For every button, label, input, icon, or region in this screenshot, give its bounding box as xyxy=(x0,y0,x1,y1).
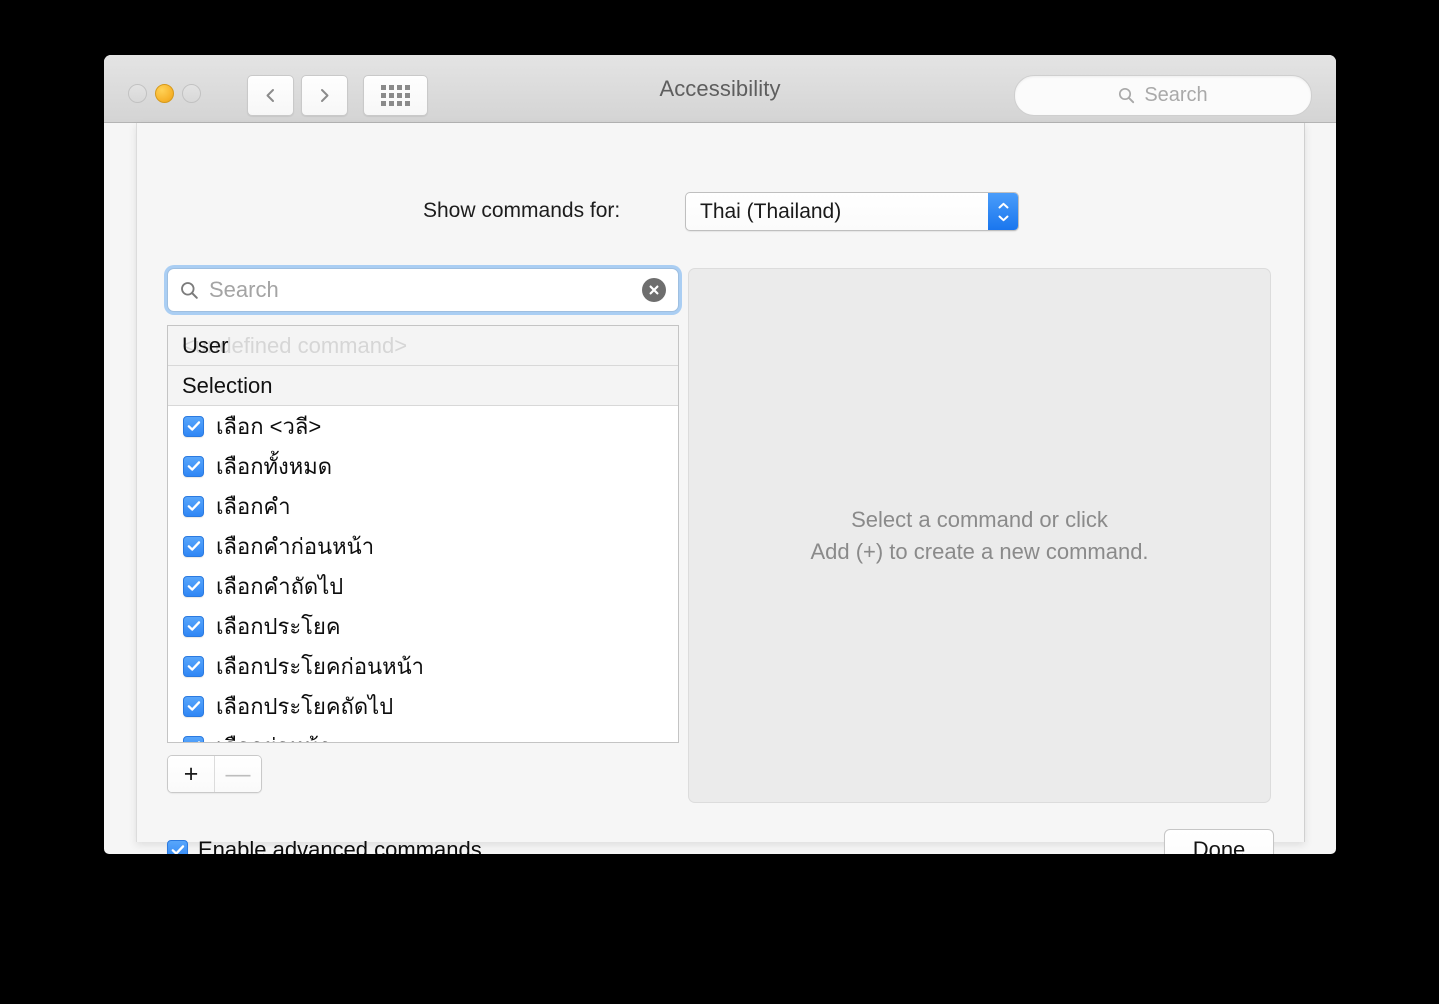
commands-list[interactable]: <undefined command> User Selection เลือก… xyxy=(167,325,679,743)
list-item-label: เลือกทั้งหมด xyxy=(216,453,333,479)
list-group-header-label: User xyxy=(182,332,229,358)
remove-command-button: — xyxy=(215,756,261,792)
enable-advanced-commands-checkbox[interactable]: Enable advanced commands xyxy=(167,837,482,854)
list-item[interactable]: เลือกประโยคก่อนหน้า xyxy=(168,646,678,686)
list-item-label: เลือกคำถัดไป xyxy=(216,573,344,599)
list-item-label: เลือกประโยคก่อนหน้า xyxy=(216,653,425,679)
list-item-label: เลือกประโยคถัดไป xyxy=(216,693,394,719)
clear-circle-icon[interactable] xyxy=(642,278,666,302)
checkbox-checked-icon[interactable] xyxy=(183,735,204,742)
commands-left-column: Search <undefined command> User Selectio… xyxy=(167,268,679,793)
checkbox-checked-icon[interactable] xyxy=(167,839,188,854)
search-icon xyxy=(181,281,198,299)
enable-advanced-commands-label: Enable advanced commands xyxy=(198,837,482,854)
list-item[interactable]: เลือกคำถัดไป xyxy=(168,566,678,606)
command-search-field[interactable]: Search xyxy=(167,268,679,312)
checkbox-checked-icon[interactable] xyxy=(183,535,204,557)
list-item-label: เลือกประโยค xyxy=(216,613,341,639)
command-search-placeholder: Search xyxy=(209,277,279,302)
list-item[interactable]: เลือกคำ xyxy=(168,486,678,526)
chevron-updown-icon xyxy=(988,193,1018,230)
command-detail-pane: Select a command or click Add (+) to cre… xyxy=(688,268,1271,803)
add-command-button[interactable]: + xyxy=(168,756,215,792)
list-item-label: เลือก <วลี> xyxy=(216,413,322,439)
toolbar-search-field[interactable]: Search xyxy=(1014,75,1312,116)
add-remove-segmented-control: + — xyxy=(167,755,262,793)
list-item[interactable]: เลือกย่อหน้า xyxy=(168,726,678,743)
commands-sheet: Show commands for: Thai (Thailand) Searc… xyxy=(136,123,1305,854)
done-button[interactable]: Done xyxy=(1164,829,1274,854)
checkbox-checked-icon[interactable] xyxy=(183,495,204,517)
list-group-header-user: <undefined command> User xyxy=(168,326,678,366)
list-group-header-label: Selection xyxy=(182,372,273,398)
checkbox-checked-icon[interactable] xyxy=(183,655,204,677)
language-popup-button[interactable]: Thai (Thailand) xyxy=(685,192,1019,231)
list-item-label: เลือกคำ xyxy=(216,493,291,519)
list-item[interactable]: เลือกคำก่อนหน้า xyxy=(168,526,678,566)
language-popup-value: Thai (Thailand) xyxy=(700,199,842,223)
preferences-window: Accessibility Search Show commands for: … xyxy=(104,55,1336,854)
list-item[interactable]: เลือก <วลี> xyxy=(168,406,678,446)
screen: Accessibility Search Show commands for: … xyxy=(0,0,1439,1004)
list-item[interactable]: เลือกประโยค xyxy=(168,606,678,646)
sheet-footer: Enable advanced commands Done xyxy=(167,829,1274,854)
checkbox-checked-icon[interactable] xyxy=(183,615,204,637)
checkbox-checked-icon[interactable] xyxy=(183,695,204,717)
search-icon xyxy=(1119,87,1135,104)
list-item[interactable]: เลือกทั้งหมด xyxy=(168,446,678,486)
window-titlebar: Accessibility Search xyxy=(104,55,1336,123)
checkbox-checked-icon[interactable] xyxy=(183,455,204,477)
detail-empty-line1: Select a command or click xyxy=(851,506,1108,532)
list-group-header-selection: Selection xyxy=(168,366,678,406)
show-commands-label: Show commands for: xyxy=(423,199,621,222)
list-item-label: เลือกคำก่อนหน้า xyxy=(216,533,375,559)
toolbar-search-placeholder: Search xyxy=(1144,84,1208,106)
checkbox-checked-icon[interactable] xyxy=(183,415,204,437)
list-item-label: เลือกย่อหน้า xyxy=(216,729,332,743)
list-item[interactable]: เลือกประโยคถัดไป xyxy=(168,686,678,726)
checkbox-checked-icon[interactable] xyxy=(183,575,204,597)
detail-empty-line2: Add (+) to create a new command. xyxy=(810,538,1149,564)
